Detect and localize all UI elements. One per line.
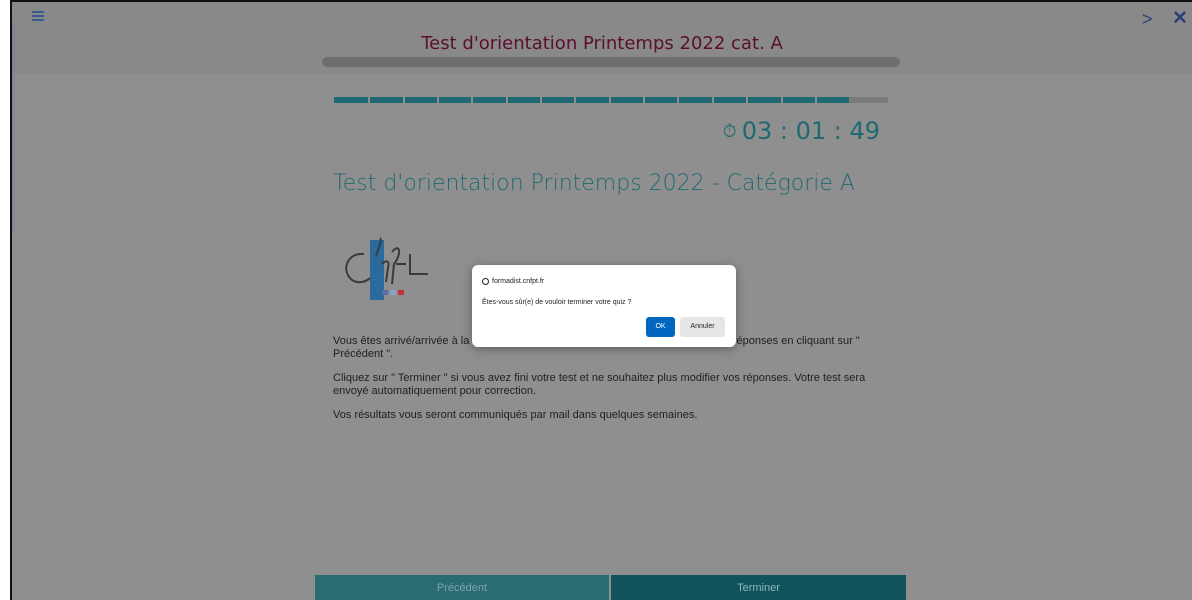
finish-button[interactable]: Terminer	[611, 575, 906, 600]
quiz-progress-bar	[334, 97, 888, 103]
previous-button[interactable]: Précédent	[315, 575, 609, 600]
progress-segment-divider	[712, 97, 714, 103]
stopwatch-icon: ⏱	[722, 121, 737, 142]
progress-segment-divider	[471, 97, 473, 103]
globe-icon	[482, 278, 489, 285]
progress-segment-divider	[574, 97, 576, 103]
progress-segment-divider	[540, 97, 542, 103]
progress-segment-divider	[368, 97, 370, 103]
progress-segment-divider	[677, 97, 679, 103]
dialog-cancel-button[interactable]: Annuler	[680, 317, 725, 337]
close-button[interactable]: ✕	[1172, 9, 1188, 28]
progress-segment-divider	[403, 97, 405, 103]
progress-segment-divider	[437, 97, 439, 103]
header-progress-bar	[322, 57, 900, 67]
paragraph-results-info: Vos résultats vous seront communiqués pa…	[333, 409, 698, 421]
dialog-origin: formadist.cnfpt.fr	[482, 278, 544, 285]
progress-segment-divider	[746, 97, 748, 103]
paragraph-finish-instructions: Cliquez sur " Terminer " si vous avez fi…	[333, 372, 866, 397]
cnfpt-logo	[345, 237, 428, 300]
timer-value: 03 : 01 : 49	[741, 117, 880, 145]
quiz-progress-fill	[334, 97, 849, 103]
progress-segment-divider	[781, 97, 783, 103]
countdown-timer: ⏱ 03 : 01 : 49	[12, 117, 880, 145]
progress-segment-divider	[815, 97, 817, 103]
page-title: Test d'orientation Printemps 2022 - Caté…	[333, 171, 855, 196]
dialog-origin-text: formadist.cnfpt.fr	[492, 278, 545, 285]
dialog-ok-button[interactable]: OK	[646, 317, 675, 337]
progress-segment-divider	[506, 97, 508, 103]
progress-segment-divider	[643, 97, 645, 103]
next-page-button[interactable]: >	[1142, 10, 1153, 28]
dialog-message: Êtes-vous sûr(e) de vouloir terminer vot…	[482, 299, 632, 306]
confirm-dialog: formadist.cnfpt.fr Êtes-vous sûr(e) de v…	[472, 265, 736, 347]
progress-segment-divider	[609, 97, 611, 103]
quiz-title: Test d'orientation Printemps 2022 cat. A	[421, 33, 783, 54]
hamburger-menu-icon[interactable]	[32, 11, 44, 21]
